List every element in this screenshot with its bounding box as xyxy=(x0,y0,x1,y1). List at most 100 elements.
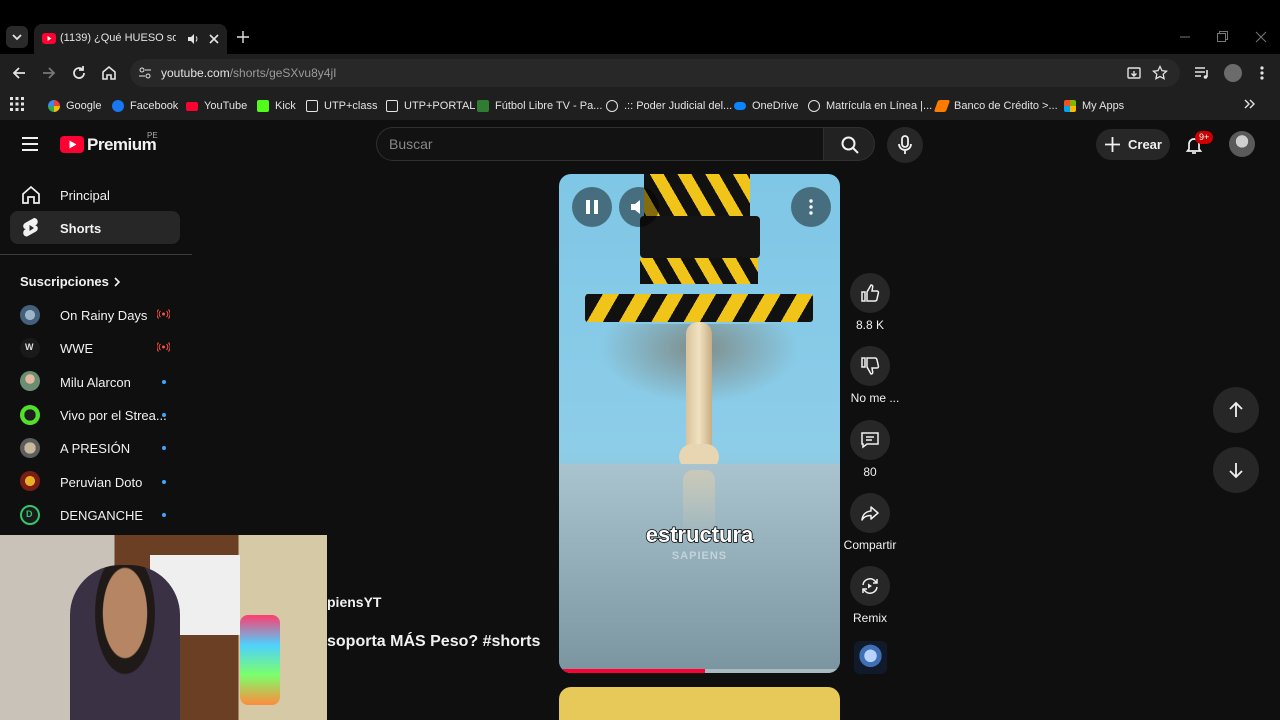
plus-icon xyxy=(1105,137,1120,152)
wwe-mark-icon: W xyxy=(25,342,34,352)
bookmark-google[interactable]: Google xyxy=(48,96,101,116)
more-options-button[interactable] xyxy=(791,187,831,227)
progress-track[interactable] xyxy=(559,669,840,673)
sidebar-item-label: Principal xyxy=(60,188,110,203)
subscriptions-heading[interactable]: Suscripciones xyxy=(20,272,130,292)
bookmark-kick[interactable]: Kick xyxy=(257,96,296,116)
restore-icon[interactable] xyxy=(1215,30,1229,44)
webcam-overlay xyxy=(0,535,327,720)
bookmark-youtube[interactable]: YouTube xyxy=(186,96,247,116)
speaker-icon[interactable] xyxy=(186,32,200,46)
webcam-microphone xyxy=(240,615,280,705)
bookmark-bcp[interactable]: Banco de Crédito >... xyxy=(933,96,1058,116)
denganche-mark-icon: D xyxy=(26,509,33,519)
bookmark-poder-judicial[interactable]: .:: Poder Judicial del... xyxy=(606,96,732,116)
bookmark-label: My Apps xyxy=(1082,100,1125,112)
back-icon[interactable] xyxy=(10,64,28,82)
comment-count: 80 xyxy=(863,465,877,479)
press-collar xyxy=(640,258,758,284)
new-content-dot xyxy=(162,480,166,484)
chevron-down-icon xyxy=(12,34,22,41)
like-button[interactable] xyxy=(850,273,890,313)
profile-avatar[interactable] xyxy=(1224,64,1242,82)
notification-badge: 9+ xyxy=(1195,131,1214,144)
home-browser-icon[interactable] xyxy=(100,64,118,82)
dislike-label: No me ... xyxy=(850,391,900,405)
create-button[interactable]: Crear xyxy=(1096,129,1170,160)
search-placeholder: Buscar xyxy=(389,136,433,152)
youtube-logo-icon xyxy=(60,136,84,153)
bookmark-star-icon[interactable] xyxy=(1152,65,1168,81)
region-code: PE xyxy=(147,131,158,140)
voice-search-button[interactable] xyxy=(887,127,923,163)
new-tab-icon[interactable] xyxy=(236,30,250,44)
bookmark-onedrive[interactable]: OneDrive xyxy=(734,96,798,116)
bookmark-facebook[interactable]: Facebook xyxy=(112,96,178,116)
subscription-name: On Rainy Days xyxy=(60,308,148,323)
browser-tab[interactable]: (1139) ¿Qué HUESO soporta xyxy=(34,24,227,54)
next-short-button[interactable] xyxy=(1213,447,1259,493)
account-avatar[interactable] xyxy=(1229,131,1255,157)
shorts-video-player[interactable]: estructura SAPIENS xyxy=(559,174,840,673)
close-tab-icon[interactable] xyxy=(207,32,221,46)
bookmark-label: Banco de Crédito >... xyxy=(954,100,1058,112)
reload-icon[interactable] xyxy=(70,64,88,82)
notifications-button[interactable]: 9+ xyxy=(1180,130,1214,158)
install-app-icon[interactable] xyxy=(1126,65,1142,81)
bookmark-my-apps[interactable]: My Apps xyxy=(1064,96,1124,116)
bookmark-label: UTP+class xyxy=(324,100,378,112)
arrow-down-icon xyxy=(1229,463,1243,479)
site-info-icon[interactable] xyxy=(138,66,152,80)
bookmark-utp-portal[interactable]: UTP+PORTAL xyxy=(386,96,475,116)
media-control-icon[interactable] xyxy=(1194,65,1210,81)
channel-avatar: W xyxy=(20,338,40,358)
hamburger-menu-icon[interactable] xyxy=(20,134,40,154)
volume-button[interactable] xyxy=(619,187,659,227)
subscription-name: Peruvian Doto xyxy=(60,475,143,490)
channel-avatar xyxy=(20,405,40,425)
browser-menu-icon[interactable] xyxy=(1254,64,1270,82)
next-short-preview[interactable] xyxy=(559,687,840,720)
close-window-icon[interactable] xyxy=(1254,30,1268,44)
forward-icon[interactable] xyxy=(40,64,58,82)
pause-button[interactable] xyxy=(572,187,612,227)
onedrive-icon xyxy=(734,102,746,110)
live-icon xyxy=(157,342,170,352)
utp-icon xyxy=(306,100,318,112)
apps-grid-icon[interactable] xyxy=(10,97,24,111)
dislike-button[interactable] xyxy=(850,346,890,386)
futbol-icon xyxy=(477,100,489,112)
channel-name[interactable]: piensYT xyxy=(327,594,381,610)
kick-icon xyxy=(257,100,269,112)
bookmark-label: Kick xyxy=(275,100,296,112)
sidebar-item-label: Shorts xyxy=(60,221,102,236)
microphone-icon xyxy=(898,135,912,154)
sidebar-item-principal[interactable]: Principal xyxy=(10,178,180,211)
remix-button[interactable] xyxy=(850,566,890,606)
bookmark-label: UTP+PORTAL xyxy=(404,100,476,112)
minimize-icon[interactable] xyxy=(1178,30,1192,44)
sound-source-thumbnail[interactable] xyxy=(854,641,887,674)
url-host: youtube.com xyxy=(161,66,230,80)
youtube-premium-logo[interactable]: Premium PE xyxy=(60,131,160,157)
bookmark-futbol-libre[interactable]: Fútbol Libre TV - Pa... xyxy=(477,96,602,116)
search-input[interactable]: Buscar xyxy=(376,127,824,161)
comments-button[interactable] xyxy=(850,420,890,460)
short-title[interactable]: soporta MÁS Peso? #shorts xyxy=(327,633,540,651)
bookmark-utp-class[interactable]: UTP+class xyxy=(306,96,378,116)
search-button[interactable] xyxy=(823,127,875,161)
tab-search-button[interactable] xyxy=(6,26,28,48)
sidebar-item-shorts[interactable]: Shorts xyxy=(10,211,180,244)
home-icon xyxy=(22,185,40,204)
more-bookmarks-icon[interactable] xyxy=(1242,97,1256,111)
address-bar[interactable]: youtube.com/shorts/geSXvu8y4jI xyxy=(130,59,1180,87)
bookmark-label: OneDrive xyxy=(752,100,799,112)
remix-icon xyxy=(862,578,878,594)
volume-icon xyxy=(631,200,640,214)
subscription-name: WWE xyxy=(60,341,94,356)
bookmark-matricula[interactable]: Matrícula en Línea |... xyxy=(808,96,932,116)
subscriptions-heading-label: Suscripciones xyxy=(20,274,109,289)
previous-short-button[interactable] xyxy=(1213,387,1259,433)
share-button[interactable] xyxy=(850,493,890,533)
channel-avatar xyxy=(20,438,40,458)
